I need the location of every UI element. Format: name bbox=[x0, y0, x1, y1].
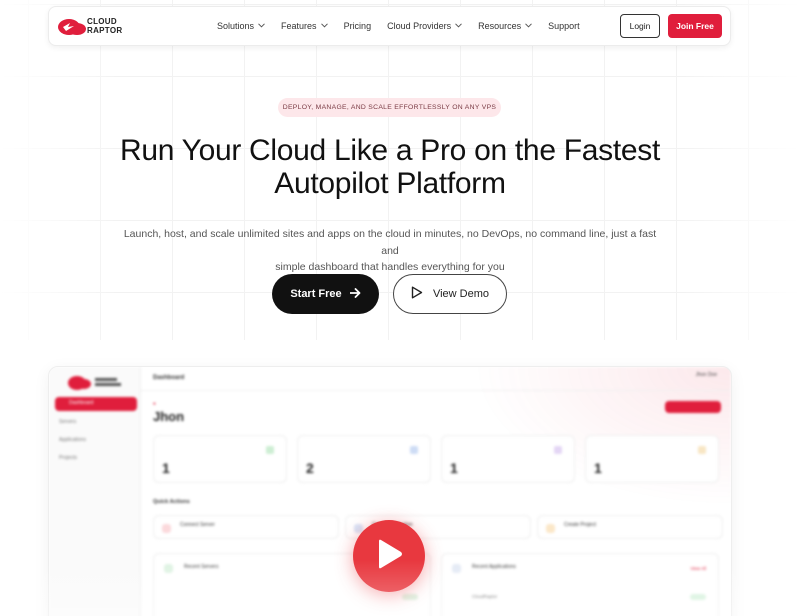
preview-greeting-tag: ● bbox=[153, 401, 157, 406]
preview-stat-card: 2 bbox=[297, 435, 431, 483]
hero-subtext: Launch, host, and scale unlimited sites … bbox=[120, 226, 660, 276]
stat-value: 2 bbox=[306, 460, 314, 476]
preview-quick-action: Connect Server bbox=[153, 515, 339, 539]
preview-recent-apps: Recent Applications View All CloudRaptor bbox=[441, 553, 719, 616]
app-row: CloudRaptor bbox=[472, 594, 498, 599]
join-free-button[interactable]: Join Free bbox=[668, 14, 722, 38]
status-badge bbox=[402, 594, 418, 600]
quick-action-icon bbox=[546, 524, 555, 533]
quick-action-icon bbox=[162, 524, 171, 533]
headline-line-2: Autopilot Platform bbox=[274, 167, 506, 200]
nav-item-label: Resources bbox=[478, 21, 522, 31]
chevron-down-icon bbox=[455, 22, 462, 30]
stat-dot bbox=[410, 446, 418, 454]
video-play-button[interactable] bbox=[353, 520, 425, 592]
start-free-button[interactable]: Start Free bbox=[272, 274, 379, 314]
preview-quick-action: Create Project bbox=[537, 515, 723, 539]
chevron-down-icon bbox=[320, 22, 328, 30]
chevron-down-icon bbox=[258, 22, 265, 30]
grid-fade-right bbox=[680, 0, 800, 340]
chevron-down-icon bbox=[525, 22, 532, 30]
login-button[interactable]: Login bbox=[620, 14, 660, 38]
view-all-link: View All bbox=[690, 566, 706, 571]
nav-item-label: Features bbox=[281, 21, 317, 31]
servers-icon bbox=[164, 564, 173, 573]
preview-logo-icon bbox=[67, 373, 127, 391]
nav-item-pricing[interactable]: Pricing bbox=[344, 21, 372, 31]
stat-dot bbox=[266, 446, 274, 454]
nav-item-cloud-providers[interactable]: Cloud Providers bbox=[387, 21, 462, 31]
view-demo-button[interactable]: View Demo bbox=[393, 274, 507, 314]
brand-line-2: RAPTOR bbox=[87, 26, 123, 35]
nav-item-resources[interactable]: Resources bbox=[478, 21, 532, 31]
stat-dot bbox=[554, 446, 562, 454]
preview-nav-applications: Applications bbox=[59, 437, 86, 443]
nav-item-solutions[interactable]: Solutions bbox=[217, 21, 265, 31]
stat-value: 1 bbox=[594, 460, 602, 476]
brand-logo[interactable]: CLOUD RAPTOR bbox=[57, 16, 207, 36]
subtext-line-1: Launch, host, and scale unlimited sites … bbox=[123, 228, 657, 257]
recent-apps-title: Recent Applications bbox=[472, 564, 516, 570]
start-free-label: Start Free bbox=[290, 288, 342, 300]
recent-servers-title: Recent Servers bbox=[184, 564, 219, 570]
preview-sidebar: Dashboard Servers Applications Projects bbox=[49, 367, 141, 616]
arrow-right-icon bbox=[348, 287, 361, 301]
status-badge bbox=[690, 594, 706, 600]
preview-quick-actions-title: Quick Actions bbox=[153, 499, 190, 505]
preview-greeting-name: Jhon bbox=[153, 409, 185, 424]
tagline-pill: DEPLOY, MANAGE, AND SCALE EFFORTLESSLY O… bbox=[278, 98, 501, 117]
play-icon bbox=[374, 538, 404, 575]
preview-stat-card: 1 bbox=[441, 435, 575, 483]
apps-icon bbox=[452, 564, 461, 573]
view-demo-label: View Demo bbox=[432, 288, 490, 300]
raptor-logo-icon bbox=[57, 16, 87, 36]
hero-headline: Run Your Cloud Like a Pro on the Fastest… bbox=[100, 134, 680, 200]
top-navbar: CLOUD RAPTOR Solutions Features Pricing Clo… bbox=[48, 6, 731, 46]
preview-nav-servers: Servers bbox=[59, 419, 77, 425]
nav-item-label: Cloud Providers bbox=[387, 21, 452, 31]
headline-line-1: Run Your Cloud Like a Pro on the Fastest bbox=[119, 134, 660, 167]
preview-cta bbox=[665, 401, 721, 413]
brand-line-1: CLOUD bbox=[87, 17, 117, 26]
preview-nav-projects: Projects bbox=[59, 455, 78, 461]
hero-cta-row: Start Free View Demo bbox=[272, 274, 507, 314]
nav-item-label: Pricing bbox=[343, 21, 372, 31]
stat-dot bbox=[698, 446, 706, 454]
stat-value: 1 bbox=[162, 460, 170, 476]
main-menu: Solutions Features Pricing Cloud Providers R… bbox=[217, 21, 596, 31]
preview-stat-card: 1 bbox=[153, 435, 287, 483]
play-outline-icon bbox=[411, 286, 423, 302]
preview-topbar-title: Dashboard bbox=[153, 375, 185, 381]
nav-item-label: Support bbox=[548, 21, 580, 31]
stat-value: 1 bbox=[450, 460, 458, 476]
nav-item-support[interactable]: Support bbox=[548, 21, 580, 31]
nav-item-label: Solutions bbox=[217, 21, 255, 31]
preview-stat-card: 1 bbox=[585, 435, 719, 483]
preview-topbar: Dashboard Jhon Doe bbox=[141, 367, 731, 391]
quick-action-label: Create Project bbox=[564, 522, 596, 528]
nav-item-features[interactable]: Features bbox=[281, 21, 328, 31]
preview-nav-dashboard: Dashboard bbox=[55, 397, 137, 411]
preview-user: Jhon Doe bbox=[695, 372, 717, 378]
quick-action-label: Connect Server bbox=[180, 522, 215, 528]
